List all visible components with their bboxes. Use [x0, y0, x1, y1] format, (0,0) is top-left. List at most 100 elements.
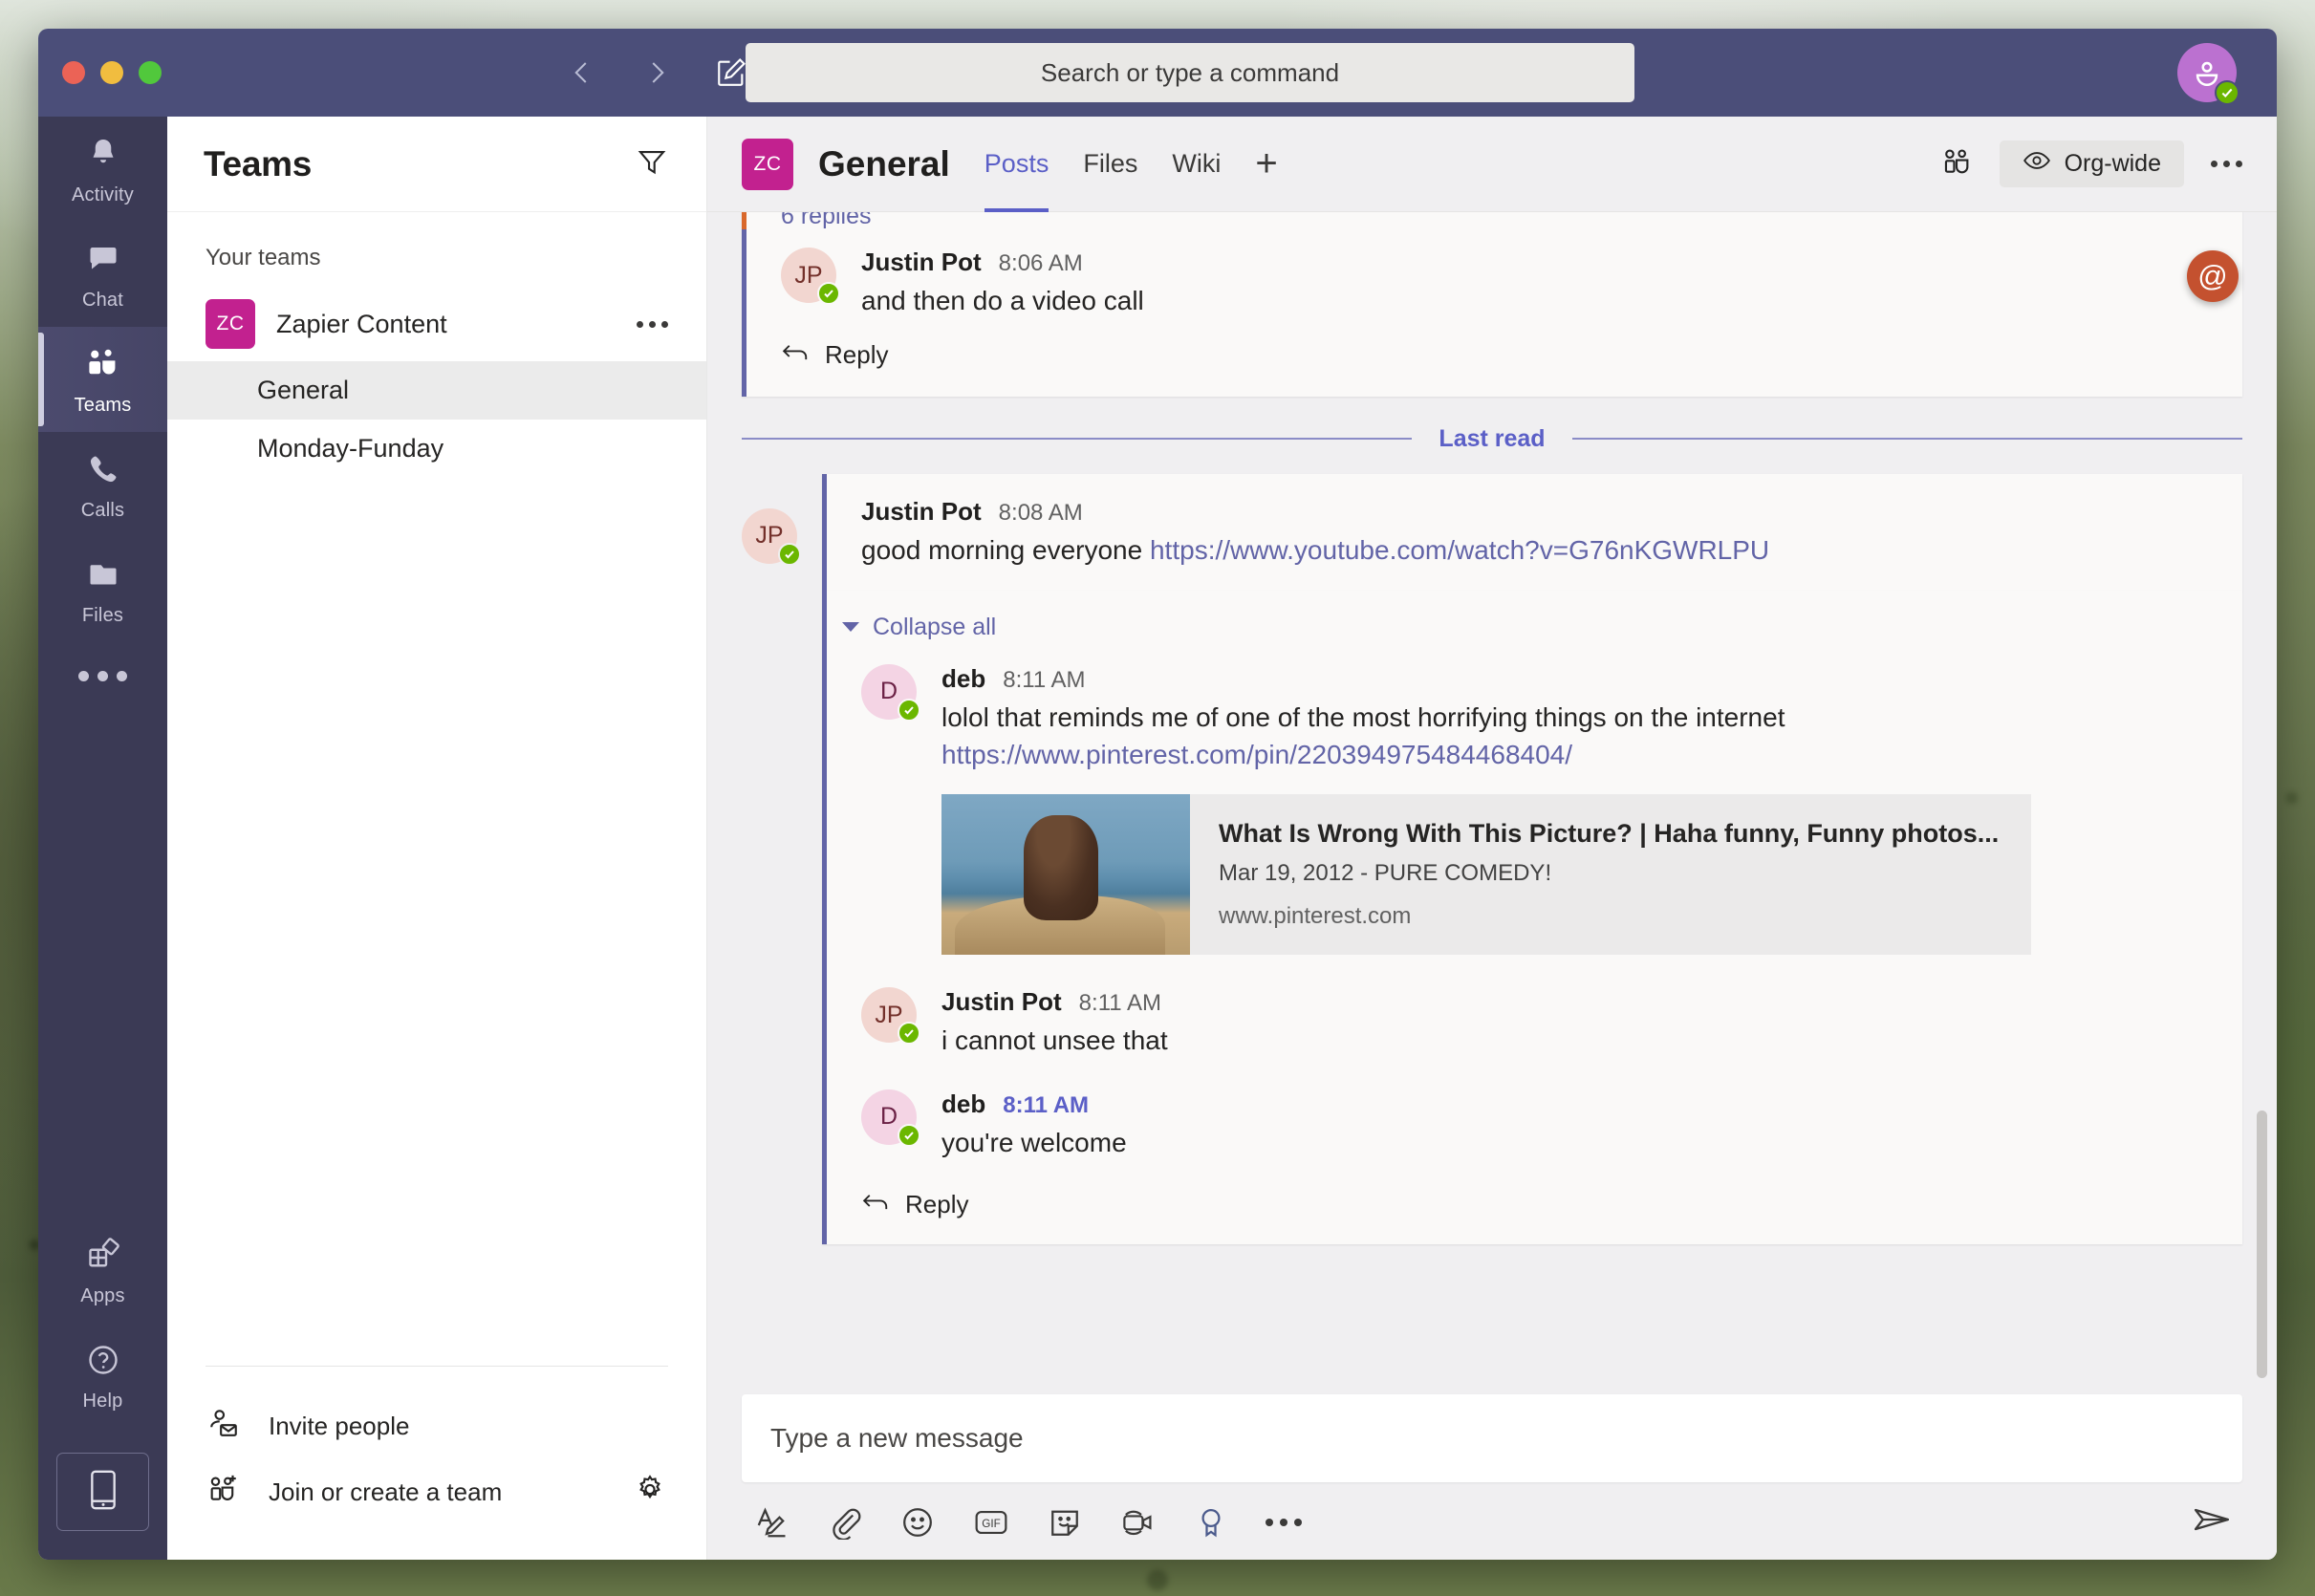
files-icon [86, 557, 120, 596]
help-icon [86, 1343, 120, 1382]
channel-title: General [818, 144, 950, 184]
divider [206, 1366, 668, 1367]
format-icon[interactable] [755, 1505, 790, 1540]
message-text: lolol that reminds me of one of the most… [941, 700, 2208, 736]
team-avatar: ZC [206, 299, 255, 349]
avatar: JP [742, 508, 797, 564]
close-window-button[interactable] [62, 61, 85, 84]
sidebar-item-label: Chat [82, 290, 123, 312]
sidebar-item-channel-monday-funday[interactable]: Monday-Funday [167, 420, 706, 478]
praise-icon[interactable] [1195, 1505, 1227, 1540]
get-mobile-app-button[interactable] [56, 1453, 149, 1531]
message-time: 8:08 AM [999, 500, 1083, 527]
bell-icon [86, 137, 120, 176]
sidebar-item-label: Files [82, 605, 123, 627]
link-preview-title: What Is Wrong With This Picture? | Haha … [1219, 819, 1999, 849]
message-author: Justin Pot [861, 248, 982, 277]
sidebar-item-activity[interactable]: Activity [38, 117, 167, 222]
add-tab-button[interactable]: + [1255, 142, 1277, 185]
filter-icon[interactable] [636, 145, 668, 183]
teams-app-window: Search or type a command Activity [38, 29, 2277, 1560]
add-team-icon [207, 1473, 240, 1512]
message-text: you're welcome [941, 1125, 2208, 1161]
reply-button[interactable]: Reply [827, 1161, 2242, 1219]
maximize-window-button[interactable] [139, 61, 162, 84]
forward-icon[interactable] [638, 54, 676, 92]
sticker-icon[interactable] [1048, 1505, 1082, 1540]
invite-person-icon [207, 1407, 240, 1446]
org-wide-badge[interactable]: Org-wide [2000, 140, 2184, 187]
channel-main: ZC General Posts Files Wiki + [707, 117, 2277, 1560]
presence-badge [898, 1124, 920, 1147]
thread-card-top: 6 replies JP Justin Pot 8:06 AM [742, 212, 2242, 397]
message-time: 8:11 AM [1003, 667, 1085, 694]
message-time: 8:11 AM [1003, 1092, 1089, 1119]
search-input[interactable]: Search or type a command [746, 43, 1634, 102]
sidebar-item-label: Apps [80, 1285, 124, 1307]
presence-badge [898, 699, 920, 722]
vertical-scrollbar[interactable] [2257, 1111, 2267, 1378]
sidebar-item-teams[interactable]: Teams [38, 327, 167, 432]
presence-badge [817, 282, 840, 305]
back-icon[interactable] [563, 54, 601, 92]
message-text: good morning everyone [861, 535, 1150, 565]
link-preview-card[interactable]: What Is Wrong With This Picture? | Haha … [941, 794, 2031, 955]
mention-badge[interactable]: @ [2187, 250, 2239, 302]
reply-button[interactable]: Reply [746, 319, 2242, 370]
presence-badge [2215, 80, 2239, 105]
minimize-window-button[interactable] [100, 61, 123, 84]
sidebar-item-calls[interactable]: Calls [38, 432, 167, 537]
team-row-zapier-content[interactable]: ZC Zapier Content [167, 287, 706, 361]
tab-wiki[interactable]: Wiki [1172, 117, 1221, 212]
svg-text:GIF: GIF [982, 1517, 1000, 1529]
composer-toolbar: GIF [742, 1482, 2242, 1541]
avatar[interactable] [2177, 43, 2237, 102]
channel-team-avatar: ZC [742, 139, 793, 190]
reply-label: Reply [825, 340, 888, 370]
new-chat-icon[interactable] [712, 54, 750, 92]
sidebar-item-label: Activity [72, 184, 134, 206]
message-thread: @ 6 replies JP Jus [707, 212, 2277, 1394]
sidebar-item-apps[interactable]: Apps [38, 1218, 167, 1323]
teams-panel: Teams Your teams ZC Zapier Content Gener… [167, 117, 707, 1560]
channel-more-options-icon[interactable] [2211, 161, 2242, 167]
more-options-icon[interactable] [1266, 1519, 1302, 1526]
reply-arrow-icon [781, 340, 810, 370]
avatar: JP [861, 987, 917, 1043]
new-message-input[interactable]: Type a new message [742, 1394, 2242, 1482]
channel-header-actions: Org-wide [1940, 140, 2242, 187]
join-or-create-team-button[interactable]: Join or create a team [167, 1459, 706, 1525]
message-item: D deb 8:11 AM [827, 664, 2242, 956]
attach-icon[interactable] [828, 1505, 862, 1540]
message-time: 8:11 AM [1079, 990, 1161, 1017]
thread-replies-card: Collapse all D [822, 591, 2242, 1244]
teams-icon [85, 347, 121, 386]
sidebar-item-channel-general[interactable]: General [167, 361, 706, 420]
divider-line-right [1572, 438, 2242, 440]
replies-count[interactable]: 6 replies [746, 212, 2242, 248]
sidebar-item-files[interactable]: Files [38, 537, 167, 642]
chat-icon [86, 242, 120, 281]
message-text: i cannot unsee that [941, 1023, 2208, 1059]
meet-now-icon[interactable] [1120, 1505, 1157, 1540]
teams-panel-footer: Invite people Join or create a team [167, 1366, 706, 1560]
sidebar-item-help[interactable]: Help [38, 1323, 167, 1428]
send-icon[interactable] [2193, 1503, 2231, 1541]
giphy-icon[interactable]: GIF [973, 1505, 1009, 1540]
more-apps-icon[interactable] [78, 642, 127, 710]
last-read-divider: Last read [742, 425, 2242, 453]
sidebar-item-label: Calls [81, 500, 124, 522]
message-time: 8:06 AM [999, 250, 1083, 277]
collapse-all-button[interactable]: Collapse all [827, 591, 2242, 653]
team-members-icon[interactable] [1940, 145, 1973, 183]
invite-people-label: Invite people [269, 1412, 409, 1441]
invite-people-button[interactable]: Invite people [167, 1393, 706, 1459]
gear-icon[interactable] [634, 1473, 666, 1512]
tab-files[interactable]: Files [1083, 117, 1137, 212]
emoji-icon[interactable] [900, 1505, 935, 1540]
message-link[interactable]: https://www.youtube.com/watch?v=G76nKGWR… [1150, 535, 1769, 565]
message-link[interactable]: https://www.pinterest.com/pin/2203949754… [941, 740, 1572, 769]
sidebar-item-chat[interactable]: Chat [38, 222, 167, 327]
more-options-icon[interactable] [637, 321, 668, 328]
tab-posts[interactable]: Posts [984, 117, 1049, 212]
